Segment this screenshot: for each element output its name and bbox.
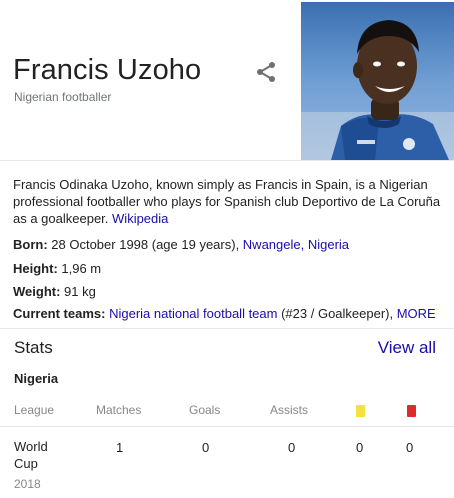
table-header-divider — [0, 426, 454, 427]
fact-teams-label: Current teams: — [13, 306, 106, 321]
row-assists: 0 — [288, 440, 296, 455]
birthplace-link[interactable]: Nwangele, Nigeria — [243, 237, 349, 252]
row-red-cards: 0 — [406, 440, 414, 455]
team-detail: (#23 / Goalkeeper), — [277, 306, 397, 321]
wikipedia-link[interactable]: Wikipedia — [112, 211, 168, 226]
fact-born-label: Born: — [13, 237, 48, 252]
red-card-icon — [407, 405, 416, 417]
yellow-card-icon — [356, 405, 365, 417]
panel-header: Francis Uzoho Nigerian footballer — [0, 0, 454, 160]
column-header-matches: Matches — [96, 403, 142, 417]
knowledge-panel: Francis Uzoho Nigerian footballer Franci… — [0, 0, 454, 498]
fact-height: Height: 1,96 m — [13, 261, 101, 276]
column-header-league: League — [14, 403, 55, 417]
column-header-goals: Goals — [189, 403, 221, 417]
entity-subtitle: Nigerian footballer — [14, 90, 112, 104]
fact-height-label: Height: — [13, 261, 58, 276]
row-competition: World Cup — [14, 439, 48, 471]
column-header-assists: Assists — [270, 403, 309, 417]
entity-title: Francis Uzoho — [13, 54, 202, 86]
stats-team-name: Nigeria — [14, 371, 59, 386]
fact-weight-value: 91 kg — [60, 284, 96, 299]
fact-height-value: 1,96 m — [57, 261, 102, 276]
view-all-link[interactable]: View all — [378, 338, 436, 358]
row-goals: 0 — [202, 440, 210, 455]
fact-born: Born: 28 October 1998 (age 19 years), Nw… — [13, 237, 349, 252]
fact-weight-label: Weight: — [13, 284, 61, 299]
row-matches: 1 — [116, 440, 124, 455]
description: Francis Odinaka Uzoho, known simply as F… — [13, 176, 443, 227]
row-yellow-cards: 0 — [356, 440, 364, 455]
team-link[interactable]: Nigeria national football team — [109, 306, 277, 321]
fact-weight: Weight: 91 kg — [13, 284, 96, 299]
description-text: Francis Odinaka Uzoho, known simply as F… — [13, 177, 441, 226]
fact-current-teams: Current teams: Nigeria national football… — [13, 306, 436, 321]
more-teams-link[interactable]: MORE — [397, 306, 436, 321]
row-season: 2018 — [14, 477, 41, 491]
stats-title: Stats — [14, 338, 53, 357]
stats-divider — [0, 328, 454, 329]
share-icon[interactable] — [254, 60, 278, 84]
player-photo[interactable] — [301, 2, 454, 160]
header-divider — [0, 160, 454, 161]
fact-born-value: 28 October 1998 (age 19 years), — [47, 237, 243, 252]
